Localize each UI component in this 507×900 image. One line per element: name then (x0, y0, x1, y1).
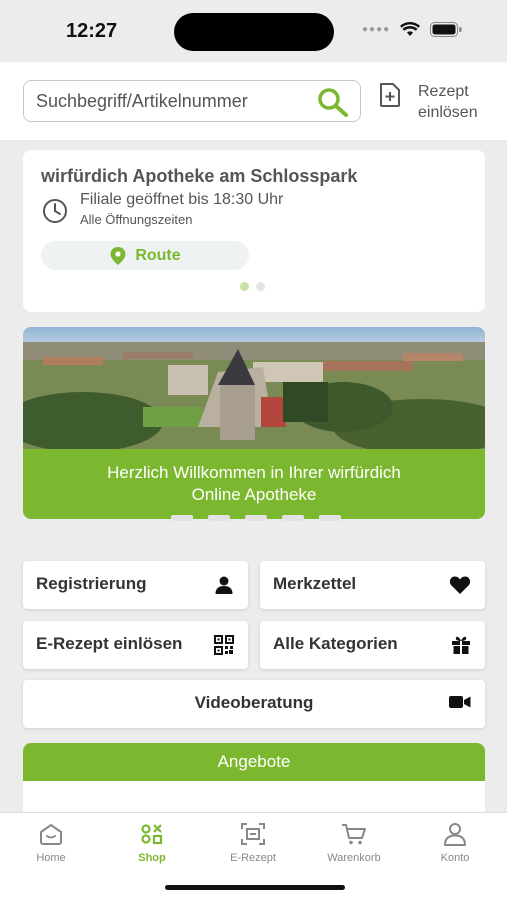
opening-status: Filiale geöffnet bis 18:30 Uhr (80, 191, 284, 208)
qr-code-icon (214, 635, 234, 655)
search-input[interactable] (36, 81, 306, 121)
heart-icon (449, 576, 471, 594)
scan-icon (241, 823, 265, 845)
account-icon (444, 823, 466, 846)
search-box (23, 80, 361, 122)
alle-kategorien-button[interactable]: Alle Kategorien (260, 621, 485, 669)
video-camera-icon (449, 696, 471, 708)
pager-dot[interactable] (256, 282, 265, 291)
angebote-section: Angebote (23, 743, 485, 823)
search-button[interactable] (316, 87, 350, 117)
tab-konto[interactable]: Konto (415, 821, 495, 864)
banner-caption: Herzlich Willkommen in Ihrer wirfürdich … (23, 449, 485, 519)
registrierung-label: Registrierung (36, 574, 147, 593)
tab-konto-label: Konto (440, 852, 470, 864)
angebote-title[interactable]: Angebote (23, 743, 485, 781)
all-opening-hours-link[interactable]: Alle Öffnungszeiten (80, 212, 193, 227)
rezept-label: Rezept einlösen (418, 81, 478, 123)
person-icon (215, 576, 233, 594)
rezept-label-line2: einlösen (418, 104, 478, 121)
tab-erezept-label: E-Rezept (230, 852, 276, 864)
add-document-icon (380, 83, 400, 107)
banner-pager-dot[interactable] (319, 515, 341, 521)
tab-home[interactable]: Home (11, 821, 91, 864)
banner-caption-line1: Herzlich Willkommen in Ihrer wirfürdich (107, 463, 401, 482)
status-bar: 12:27 ●●●● (0, 0, 507, 62)
home-indicator (165, 885, 345, 890)
route-button[interactable]: Route (41, 241, 249, 270)
status-icons: ●●●● (362, 22, 462, 37)
banner-pager-dot[interactable] (245, 515, 267, 521)
registrierung-button[interactable]: Registrierung (23, 561, 248, 609)
kategorien-label: Alle Kategorien (273, 634, 398, 653)
banner-pager (171, 515, 341, 521)
cart-icon (342, 824, 366, 845)
tab-home-label: Home (36, 852, 66, 864)
clock-icon (43, 199, 67, 223)
videoberatung-button[interactable]: Videoberatung (23, 680, 485, 728)
erezept-label: E-Rezept einlösen (36, 634, 183, 653)
header: Rezept einlösen (0, 62, 507, 140)
store-card: wirfürdich Apotheke am Schlosspark Filia… (23, 150, 485, 312)
tab-erezept[interactable]: E-Rezept (213, 821, 293, 864)
route-label: Route (135, 246, 181, 264)
videoberatung-label: Videoberatung (194, 693, 314, 712)
dynamic-island (174, 13, 334, 51)
merkzettel-label: Merkzettel (273, 574, 357, 593)
merkzettel-button[interactable]: Merkzettel (260, 561, 485, 609)
store-pager (240, 282, 265, 291)
tab-warenkorb-label: Warenkorb (327, 852, 381, 864)
pager-dot[interactable] (240, 282, 249, 291)
banner-pager-dot[interactable] (282, 515, 304, 521)
erezept-einloesen-button[interactable]: E-Rezept einlösen (23, 621, 248, 669)
tab-shop-label: Shop (138, 852, 166, 864)
wifi-icon (400, 22, 421, 36)
search-icon (318, 88, 348, 117)
status-time: 12:27 (66, 20, 118, 42)
banner-pager-dot[interactable] (171, 515, 193, 521)
welcome-banner[interactable]: Herzlich Willkommen in Ihrer wirfürdich … (23, 327, 485, 519)
tab-warenkorb[interactable]: Warenkorb (314, 821, 394, 864)
home-icon (40, 824, 62, 845)
castle-aerial-photo (23, 327, 485, 449)
battery-icon (430, 22, 462, 37)
banner-pager-dot[interactable] (208, 515, 230, 521)
shop-icon (141, 824, 163, 845)
location-pin-icon (110, 246, 126, 265)
store-name: wirfürdich Apotheke am Schlosspark (41, 166, 358, 186)
tab-shop[interactable]: Shop (112, 821, 192, 864)
rezept-label-line1: Rezept (418, 83, 469, 100)
gift-icon (452, 636, 470, 654)
signal-icon: ●●●● (362, 24, 391, 35)
banner-caption-line2: Online Apotheke (191, 485, 317, 504)
rezept-einloesen-button[interactable]: Rezept einlösen (378, 80, 498, 124)
